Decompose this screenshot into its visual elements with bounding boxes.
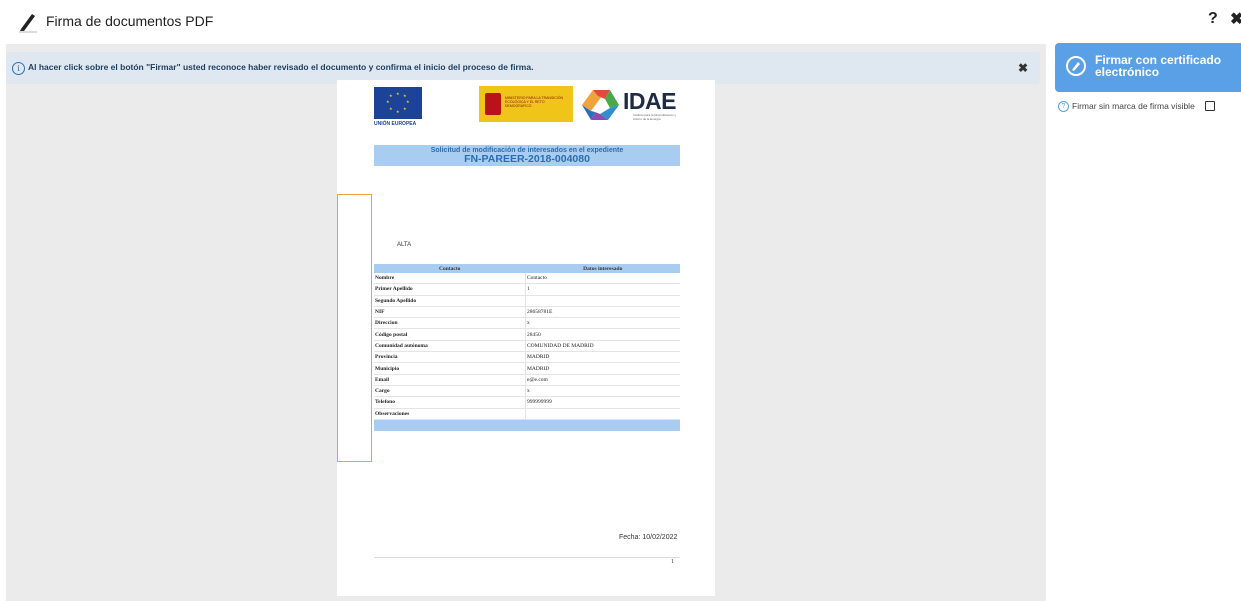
coat-of-arms-icon <box>485 93 501 115</box>
row-key: Direccion <box>374 317 526 330</box>
expedient-id: FN-PAREER-2018-004080 <box>464 153 590 165</box>
sign-button-label: Firmar con certificado electrónico <box>1095 53 1222 79</box>
pdf-viewer[interactable]: i Al hacer click sobre el botón "Firmar"… <box>6 44 1046 601</box>
row-value: x <box>525 317 680 330</box>
row-value: MADRID <box>525 362 680 375</box>
row-value <box>525 408 680 420</box>
table-row: Comunidad autónoma COMUNIDAD DE MADRID <box>374 340 680 353</box>
row-key: Municipio <box>374 362 526 375</box>
page-divider <box>374 557 680 558</box>
no-visible-mark-checkbox[interactable] <box>1205 101 1215 111</box>
ministry-label: MINISTERIO PARA LA TRANSICIÓN ECOLÓGICA … <box>505 96 564 108</box>
idae-sublabel: Instituto para la Diversificación y Ahor… <box>633 113 677 121</box>
column-header: Datos interesado <box>525 264 680 273</box>
row-value: MADRID <box>525 351 680 364</box>
close-icon[interactable]: ✖ <box>1230 9 1241 29</box>
document-title-box: Solicitud de modificación de interesados… <box>374 145 680 166</box>
table-row: Primer Apellido 1 <box>374 283 680 296</box>
signature-placement-box[interactable] <box>337 194 372 462</box>
table-footer-row <box>374 419 680 431</box>
row-key: Telefono <box>374 396 526 409</box>
info-icon: i <box>12 62 25 75</box>
table-row: Email e@e.com <box>374 374 680 386</box>
eu-label: UNIÓN EUROPEA <box>374 121 417 127</box>
help-icon[interactable]: ? <box>1208 10 1218 28</box>
column-header: Contacto <box>374 264 526 273</box>
table-row: Cargo x <box>374 385 680 398</box>
document-date: Fecha: 10/02/2022 <box>619 534 678 541</box>
row-key: Provincia <box>374 351 526 364</box>
table-row: Direccion x <box>374 317 680 330</box>
page-title: Firma de documentos PDF <box>46 13 214 29</box>
row-key: NIF <box>374 306 526 319</box>
row-value: e@e.com <box>525 374 680 386</box>
row-key: Nombre <box>374 273 526 285</box>
table-row: Provincia MADRID <box>374 351 680 364</box>
row-value: 1 <box>525 283 680 296</box>
row-key: Cargo <box>374 385 526 398</box>
pdf-page: ★ ★ ★ ★ ★ ★ ★ ★ UNIÓN EUROPEA MINISTERIO PARA… <box>337 80 715 596</box>
idae-label: IDAE <box>623 88 676 114</box>
row-value: 999999999 <box>525 396 680 409</box>
table-row: Código postal 28450 <box>374 328 680 341</box>
interesados-table: Contacto Datos interesado Nombre Contacto… <box>374 264 680 431</box>
row-key: Comunidad autónoma <box>374 340 526 353</box>
pencil-circle-icon <box>1066 56 1086 76</box>
row-value <box>525 295 680 307</box>
row-value: 28658781E <box>525 306 680 319</box>
notice-close-icon[interactable]: ✖ <box>1018 61 1028 75</box>
notice-text: Al hacer click sobre el botón "Firmar" u… <box>28 62 534 72</box>
table-row: Observaciones <box>374 408 680 420</box>
row-key: Email <box>374 374 526 386</box>
footer-cell <box>525 419 680 431</box>
help-circle-icon[interactable]: ? <box>1058 101 1069 112</box>
page-number: 1 <box>671 559 674 565</box>
row-key: Código postal <box>374 328 526 341</box>
table-row: Municipio MADRID <box>374 362 680 375</box>
idae-logo: IDAE Instituto para la Diversificación y… <box>577 84 685 126</box>
row-value: 28450 <box>525 328 680 341</box>
row-key: Observaciones <box>374 408 526 420</box>
row-key: Segundo Apellido <box>374 295 526 307</box>
table-header-row: Contacto Datos interesado <box>374 264 680 273</box>
table-row: Nombre Contacto <box>374 273 680 285</box>
row-value: Contacto <box>525 273 680 285</box>
no-visible-mark-label: Firmar sin marca de firma visible <box>1072 101 1195 111</box>
pen-icon <box>19 14 37 33</box>
ministry-logo: MINISTERIO PARA LA TRANSICIÓN ECOLÓGICA … <box>479 86 573 122</box>
alta-label: ALTA <box>397 242 412 248</box>
sign-certificate-button[interactable]: Firmar con certificado electrónico <box>1055 43 1241 92</box>
idae-mark-icon <box>582 90 619 120</box>
app-header: Firma de documentos PDF ? ✖ <box>0 0 1241 44</box>
row-key: Primer Apellido <box>374 283 526 296</box>
table-row: NIF 28658781E <box>374 306 680 319</box>
eu-flag-logo: ★ ★ ★ ★ ★ ★ ★ ★ <box>374 87 422 119</box>
row-value: COMUNIDAD DE MADRID <box>525 340 680 353</box>
footer-cell <box>374 419 526 431</box>
row-value: x <box>525 385 680 398</box>
table-row: Telefono 999999999 <box>374 396 680 409</box>
table-row: Segundo Apellido <box>374 295 680 307</box>
